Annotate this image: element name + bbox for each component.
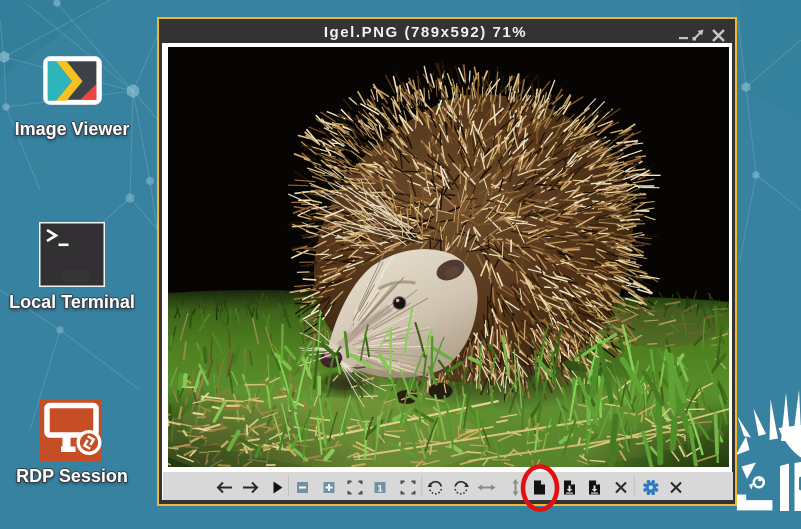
svg-text:1: 1: [377, 484, 383, 495]
